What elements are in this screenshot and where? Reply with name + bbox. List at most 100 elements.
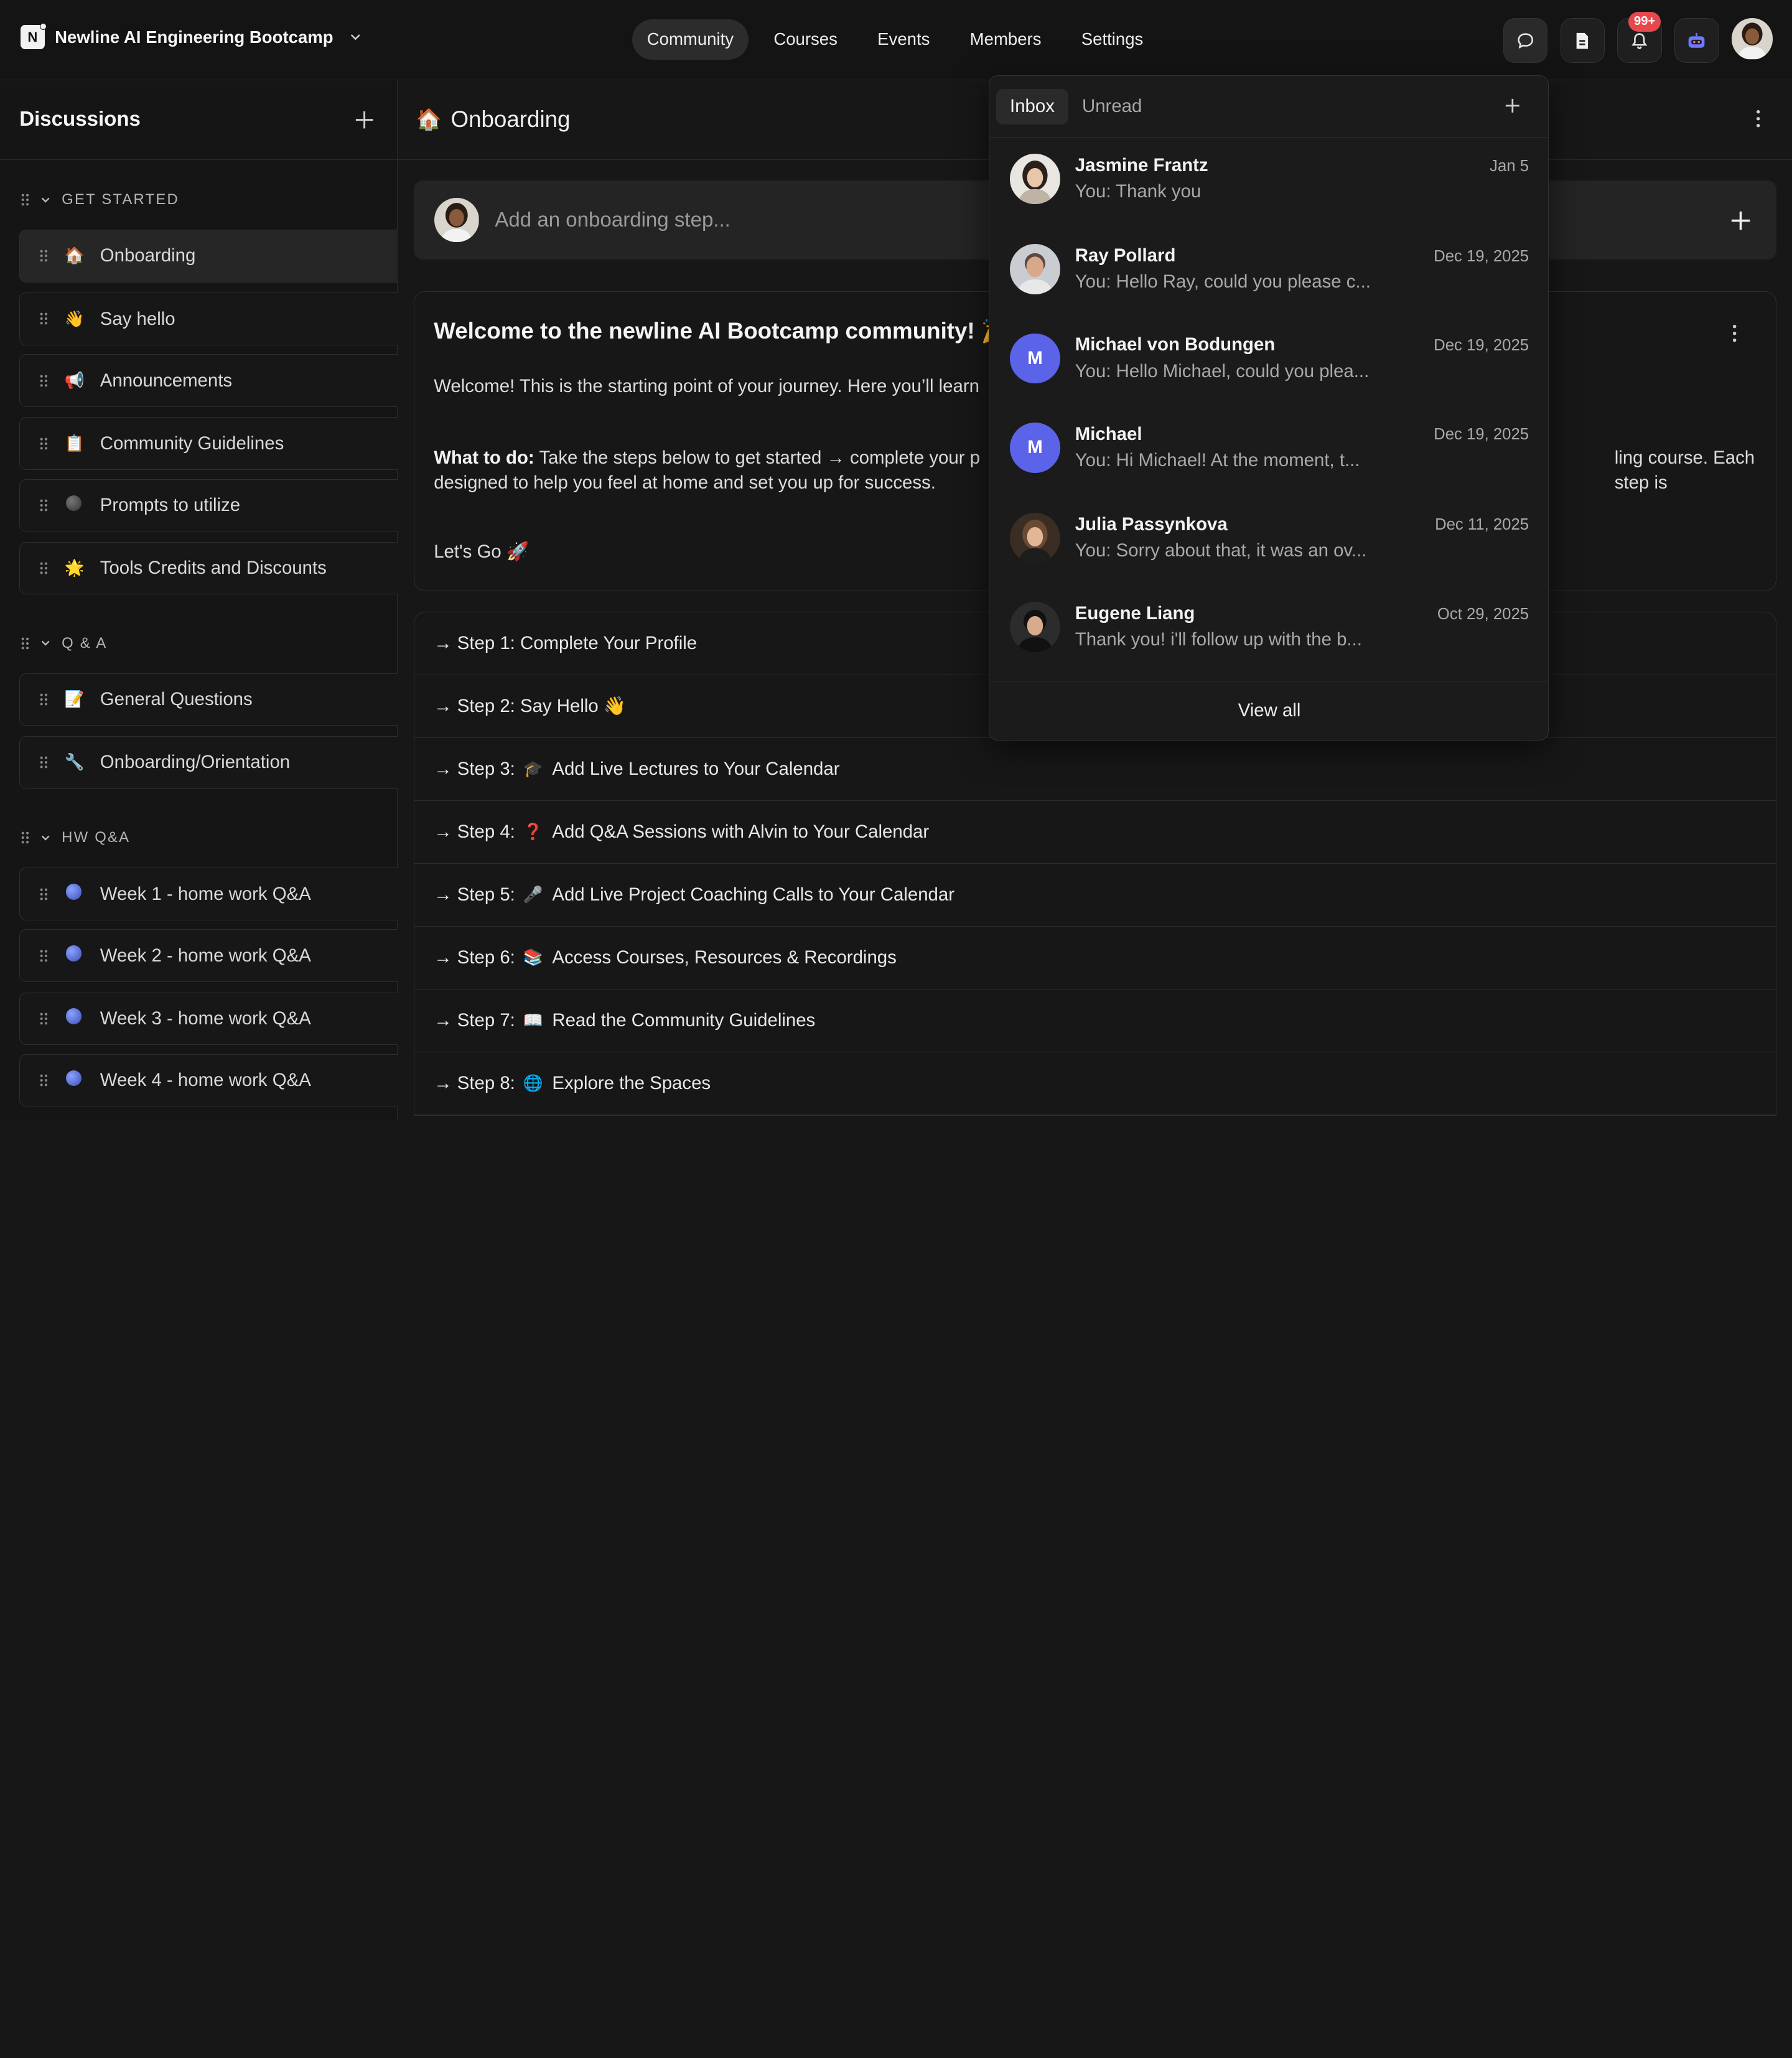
nav-members[interactable]: Members [955,19,1057,59]
message-item[interactable]: M Michael You: Hi Michael! At the moment… [989,408,1548,497]
avatar: M [1010,422,1060,473]
microphone-icon: 🎤 [523,886,543,904]
ai-assistant-button[interactable] [1674,18,1719,63]
nav-community[interactable]: Community [632,19,749,60]
drag-handle-icon[interactable] [39,1073,49,1087]
sidebar-item-label: Week 2 - home work Q&A [100,945,311,966]
step-5[interactable]: → Step 5: 🎤 Add Live Project Coaching Call… [414,864,1776,927]
instructions-text: Take the steps below to get started → co… [534,447,980,468]
nav-settings[interactable]: Settings [1066,19,1158,59]
group-header-hw-qa[interactable]: HW Q&A [21,829,130,846]
add-step-placeholder: Add an onboarding step... [495,208,730,232]
sidebar-item-tools-credits[interactable]: 🌟 Tools Credits and Discounts [19,541,408,595]
step-title: Access Courses, Resources & Recordings [552,947,897,968]
sidebar-item-week-3[interactable]: Week 3 - home work Q&A [19,992,408,1045]
drag-handle-icon[interactable] [39,887,49,901]
add-space-plus-icon[interactable] [355,110,374,129]
sidebar-item-label: Week 4 - home work Q&A [100,1069,311,1090]
books-icon: 📚 [523,948,543,966]
sidebar-item-say-hello[interactable]: 👋 Say hello [19,292,408,345]
user-avatar[interactable] [1732,18,1773,60]
group-header-q-and-a[interactable]: Q & A [21,635,108,652]
step-4[interactable]: → Step 4: ❓ Add Q&A Sessions with Alvin to… [414,801,1776,864]
globe-icon: 🌐 [523,1075,543,1093]
step-title: Complete Your Profile [520,632,698,653]
sidebar-item-label: Week 1 - home work Q&A [100,883,311,904]
sidebar-item-week-1[interactable]: Week 1 - home work Q&A [19,868,408,920]
step-7[interactable]: → Step 7: 📖 Read the Community Guidelines [414,989,1776,1052]
gray-circle-icon [65,495,83,516]
sidebar-item-onboarding-orientation[interactable]: 🔧 Onboarding/Orientation [19,736,408,789]
sidebar-item-label: General Questions [100,689,253,710]
notifications-button[interactable]: 99+ [1617,12,1662,63]
drag-handle-icon[interactable] [39,949,49,963]
megaphone-icon: 📢 [64,372,85,390]
step-3[interactable]: → Step 3: 🎓 Add Live Lectures to Your Cale… [414,738,1776,801]
sidebar-item-general-questions[interactable]: 📝 General Questions [19,673,408,726]
sidebar-item-week-2[interactable]: Week 2 - home work Q&A [19,929,408,982]
drag-handle-icon[interactable] [39,374,49,388]
step-prefix: → Step 6: [434,947,515,968]
drag-handle-icon[interactable] [39,249,49,263]
chevron-down-icon[interactable] [40,194,51,205]
message-date: Oct 29, 2025 [1437,605,1529,623]
message-item[interactable]: Ray Pollard You: Hello Ray, could you pl… [989,229,1548,318]
message-preview: You: Hi Michael! At the moment, t... [1075,449,1360,470]
sidebar-item-announcements[interactable]: 📢 Announcements [19,354,408,407]
sidebar-item-label: Week 3 - home work Q&A [100,1008,311,1029]
message-date: Dec 19, 2025 [1434,337,1529,355]
bell-icon [1631,32,1648,49]
view-all-button[interactable]: View all [989,680,1549,741]
message-item[interactable]: M Michael von Bodungen You: Hello Michae… [989,319,1548,408]
messages-button[interactable] [1503,18,1548,63]
sidebar-item-prompts[interactable]: Prompts to utilize [19,479,408,532]
inbox-dropdown: Inbox Unread Jasmine Frantz You: Thank y… [989,75,1549,741]
step-title: Add Q&A Sessions with Alvin to Your Cale… [552,821,930,842]
house-icon: 🏠 [64,247,85,265]
nav-events[interactable]: Events [862,19,945,59]
sidebar-header: Discussions [0,80,398,161]
blue-circle-icon [65,1070,83,1091]
drag-handle-icon[interactable] [39,693,49,706]
sidebar-item-community-guidelines[interactable]: 📋 Community Guidelines [19,417,408,470]
step-prefix: → Step 8: [434,1073,515,1094]
group-header-get-started[interactable]: GET STARTED [21,191,179,208]
drag-handle-icon[interactable] [39,755,49,769]
drag-handle-icon[interactable] [21,831,30,844]
sidebar-item-week-4[interactable]: Week 4 - home work Q&A [19,1054,408,1107]
drag-handle-icon[interactable] [39,1012,49,1026]
message-item[interactable]: Julia Passynkova You: Sorry about that, … [989,498,1548,587]
message-item[interactable]: Eugene Liang Thank you! i'll follow up w… [989,587,1548,676]
plus-icon[interactable] [1730,210,1751,231]
sender-name: Michael [1075,423,1142,444]
star-icon: 🌟 [64,559,85,577]
step-prefix: → Step 7: [434,1009,515,1031]
new-message-plus-icon[interactable] [1505,98,1521,114]
drag-handle-icon[interactable] [21,193,30,207]
avatar: M [1010,333,1060,384]
drag-handle-icon[interactable] [39,498,49,512]
step-title: Explore the Spaces [552,1073,711,1094]
message-item[interactable]: Jasmine Frantz You: Thank you Jan 5 [989,139,1548,228]
document-icon [1577,32,1589,49]
more-options-icon[interactable] [1732,324,1737,342]
more-options-icon[interactable] [1756,110,1760,128]
drag-handle-icon[interactable] [39,437,49,451]
chevron-down-icon[interactable] [40,637,51,648]
house-icon: 🏠 [416,108,442,131]
drag-handle-icon[interactable] [21,637,30,650]
community-switcher[interactable]: N Newline AI Engineering Bootcamp [21,22,361,49]
nav-courses[interactable]: Courses [758,19,852,59]
drag-handle-icon[interactable] [39,561,49,575]
message-preview: You: Sorry about that, it was an ov... [1075,540,1367,561]
blue-circle-icon [65,884,83,904]
step-8[interactable]: → Step 8: 🌐 Explore the Spaces [414,1052,1776,1116]
drag-handle-icon[interactable] [39,312,49,325]
sidebar-item-label: Community Guidelines [100,433,284,454]
bookmarks-button[interactable] [1560,18,1605,63]
tab-unread[interactable]: Unread [1068,89,1155,124]
step-6[interactable]: → Step 6: 📚 Access Courses, Resources & Re… [414,927,1776,989]
tab-inbox[interactable]: Inbox [996,88,1068,124]
sidebar-item-onboarding[interactable]: 🏠 Onboarding [19,230,408,283]
chevron-down-icon[interactable] [40,832,51,843]
